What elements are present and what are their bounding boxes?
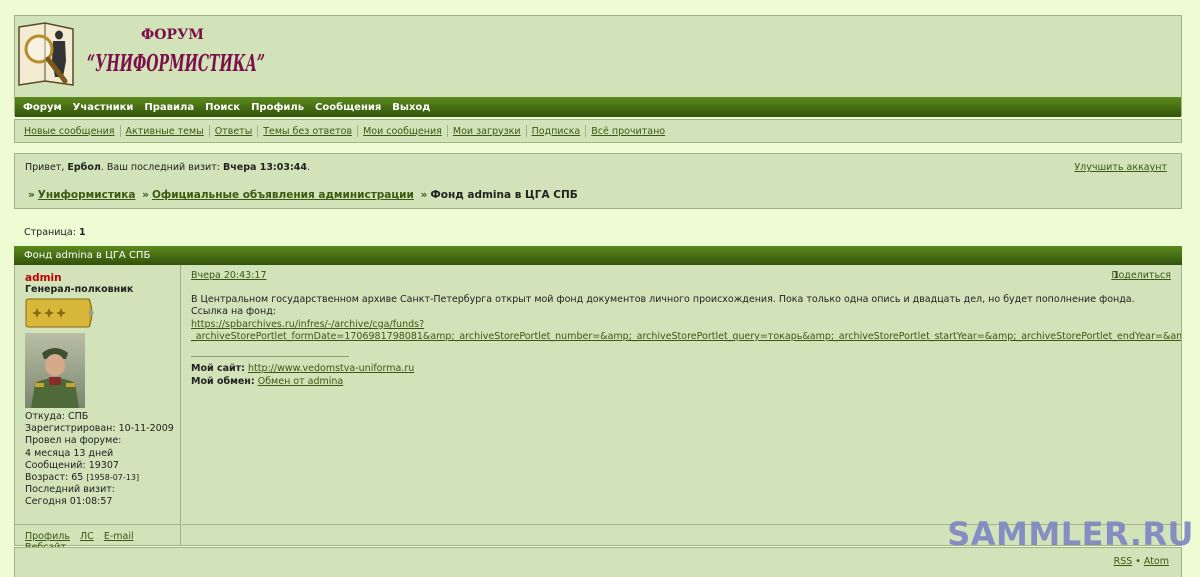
feed-separator: • [1135,556,1141,567]
breadcrumb-separator: » [142,189,149,201]
rss-link[interactable]: RSS [1114,556,1133,567]
logo-title-top: ФОРУМ [141,27,204,43]
rank-shoulder-board-icon [25,298,94,328]
archive-link-continued[interactable]: _archiveStorePortlet_formDate=1706981798… [191,331,1181,343]
current-page: 1 [78,227,86,238]
author-post-count: Сообщений: 19307 [25,459,119,471]
author-last-visit-label: Последний визит: [25,484,115,496]
signature-site-label: Мой сайт: [191,363,245,374]
upgrade-account-link[interactable]: Улучшить аккаунт [1074,162,1167,173]
author-name[interactable]: admin [25,272,62,284]
topic-title: Фонд admina в ЦГА СПБ [24,250,151,261]
greeting-end: . [306,162,310,173]
archive-link[interactable]: https://spbarchives.ru/infres/-/archive/… [191,319,1171,331]
post: admin Генерал-полковник Откуда: СПБ Заре… [14,265,1182,553]
subnav-separator [446,125,448,137]
signature-exchange-link[interactable]: Обмен от admina [258,376,344,387]
welcome-panel: Привет, Ербол. Ваш последний визит: Вчер… [14,153,1182,209]
greeting-prefix: Привет, [25,162,65,173]
subnav-separator [257,125,259,137]
author-age: Возраст: 65 [1958-07-13] [25,472,174,484]
pagination: Страница: 1 [24,227,86,238]
signature-divider [191,356,349,357]
nav-item[interactable]: Форум [23,102,62,113]
subnav-separator [525,125,527,137]
subnav-item[interactable]: Темы без ответов [263,126,352,137]
subnav-separator [119,125,121,137]
breadcrumb-separator: » [28,189,35,201]
topic-title-bar: Фонд admina в ЦГА СПБ [14,246,1182,265]
post-link-label: Ссылка на фонд: [191,306,276,318]
breadcrumb-current: Фонд admina в ЦГА СПБ [430,189,578,201]
subnav-separator [585,125,587,137]
nav-item[interactable]: Участники [73,102,134,113]
author-avatar[interactable] [25,333,85,408]
pagination-label: Страница: [24,227,76,238]
author-age-value: Возраст: 65 [25,472,84,484]
subnav-item[interactable]: Мои сообщения [363,126,442,137]
subnav-item[interactable]: Всё прочитано [591,126,665,137]
author-last-visit-value: Сегодня 01:08:57 [25,496,113,508]
post-date-link[interactable]: Вчера 20:43:17 [191,270,267,281]
author-birthdate: [1958-07-13] [86,473,140,483]
post-text: В Центральном государственном архиве Сан… [191,294,1181,343]
author-rank: Генерал-полковник [25,284,134,295]
last-visit-label: . Ваш последний визит: [100,162,220,173]
signature-site-link[interactable]: http://www.vedomstva-uniforma.ru [248,363,414,374]
breadcrumb-item-forum[interactable]: Униформистика [38,189,136,201]
author-email-link[interactable]: E-mail [104,531,134,542]
atom-link[interactable]: Atom [1144,556,1169,567]
subnav-item[interactable]: Ответы [215,126,253,137]
post-paragraph: В Центральном государственном архиве Сан… [191,294,1135,305]
subnav-separator [208,125,210,137]
author-links: Профиль ЛС E-mail Вебсайт [15,524,181,553]
breadcrumb: » Униформистика » Официальные объявления а… [25,189,578,201]
subnav-item[interactable]: Новые сообщения [24,126,115,137]
signature: Мой сайт: http://www.vedomstva-uniforma.… [191,362,414,388]
nav-item[interactable]: Сообщения [315,102,381,113]
secondary-navigation: Новые сообщения Активные темы Ответы Темы б… [14,119,1182,143]
watermark: SAMMLER.RU [947,515,1194,553]
subnav-item[interactable]: Активные темы [126,126,204,137]
subnav-item[interactable]: Подписка [532,126,581,137]
author-stats: Откуда: СПБ Зарегистрирован: 10-11-2009 … [25,411,174,509]
author-time-label: Провел на форуме: [25,435,122,447]
greeting: Привет, Ербол. Ваш последний визит: Вчер… [25,162,310,173]
main-navigation: Форум Участники Правила Поиск Профиль Сообщен… [15,97,1181,117]
subnav-item[interactable]: Мои загрузки [453,126,521,137]
author-time-value: 4 месяца 13 дней [25,447,114,459]
nav-item[interactable]: Профиль [251,102,304,113]
breadcrumb-item-section[interactable]: Официальные объявления администрации [152,189,414,201]
author-location: Откуда: СПБ [25,411,89,422]
signature-exchange-label: Мой обмен: [191,376,255,387]
share-link[interactable]: Поделиться [1111,270,1171,281]
forum-header: ФОРУМ “УНИФОРМИСТИКА” Форум Участники Прав… [14,15,1182,117]
author-registered: Зарегистрирован: 10-11-2009 [25,423,174,435]
current-username: Ербол [67,162,101,173]
breadcrumb-separator: » [420,189,428,201]
logo-title-main: “УНИФОРМИСТИКА” [87,50,265,77]
nav-item[interactable]: Выход [392,102,430,113]
forum-logo[interactable]: ФОРУМ “УНИФОРМИСТИКА” [17,19,267,91]
nav-item[interactable]: Поиск [205,102,240,113]
post-author-panel: admin Генерал-полковник Откуда: СПБ Заре… [15,265,181,524]
nav-item[interactable]: Правила [144,102,194,113]
author-profile-link[interactable]: Профиль [25,531,70,542]
last-visit-time: Вчера 13:03:44 [222,162,307,173]
subnav-separator [357,125,359,137]
post-body: Вчера 20:43:17 1 Поделиться В Центрально… [182,265,1181,546]
author-pm-link[interactable]: ЛС [80,531,94,542]
feed-links: RSS • Atom [1114,556,1169,567]
